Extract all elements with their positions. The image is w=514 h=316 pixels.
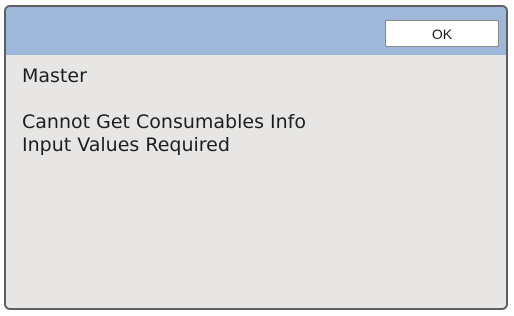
dialog-category-label: Master bbox=[22, 65, 87, 87]
dialog-message: Master Cannot Get Consumables Info Input… bbox=[22, 65, 306, 157]
dialog-title-bar: OK bbox=[6, 7, 506, 55]
ok-button[interactable]: OK bbox=[385, 20, 499, 47]
error-message-line-2: Input Values Required bbox=[22, 134, 230, 156]
message-dialog: OK Master Cannot Get Consumables Info In… bbox=[4, 5, 508, 310]
error-message-line-1: Cannot Get Consumables Info bbox=[22, 111, 306, 133]
